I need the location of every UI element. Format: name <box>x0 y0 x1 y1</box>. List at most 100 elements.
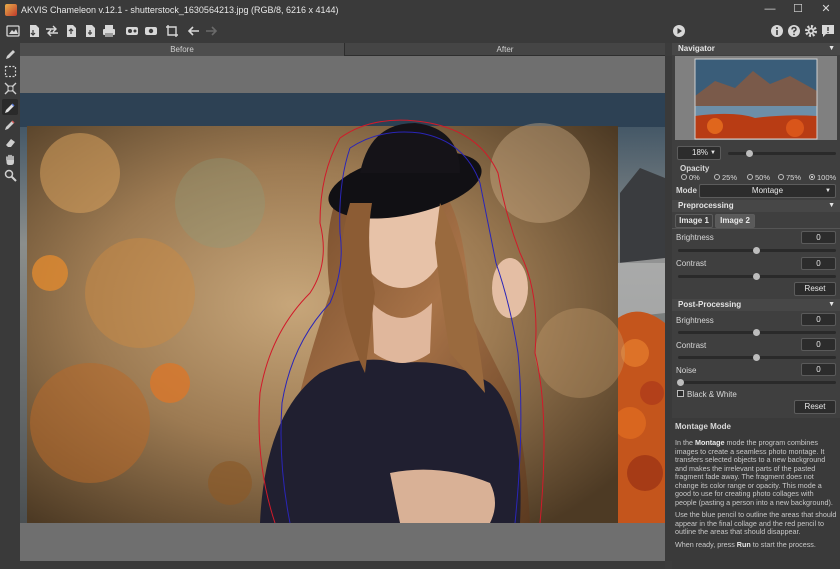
chevron-down-icon: ▼ <box>825 188 831 194</box>
post-contrast-knob[interactable] <box>753 354 760 361</box>
pre-contrast-knob[interactable] <box>753 273 760 280</box>
horizontal-scrollbar[interactable] <box>20 561 665 569</box>
post-contrast-input[interactable]: 0 <box>801 338 836 351</box>
keep-pencil-icon[interactable] <box>2 99 18 115</box>
print-icon[interactable] <box>101 23 117 39</box>
tab-image-1[interactable]: Image 1 <box>675 214 713 228</box>
view-tabs: Before After <box>20 43 665 56</box>
settings-panel: Navigator ▼ 18% ▼ Opacity 0% 25% 50% 75%… <box>672 43 840 569</box>
noise-slider[interactable] <box>677 379 836 386</box>
minimize-button[interactable]: — <box>756 0 784 19</box>
noise-label: Noise <box>676 366 697 375</box>
opacity-option-label: 100% <box>817 173 837 182</box>
navigator-thumbnail <box>675 56 837 140</box>
open-background-icon[interactable] <box>26 23 42 39</box>
close-button[interactable]: ✕ <box>812 0 840 19</box>
postprocessing-header[interactable]: Post-Processing ▼ <box>672 299 840 311</box>
eraser-icon[interactable] <box>2 134 18 150</box>
toolbar <box>0 19 840 43</box>
composite-image <box>20 93 665 523</box>
selection-icon[interactable] <box>2 63 18 79</box>
save-icon[interactable] <box>63 23 79 39</box>
erase-pencil-icon[interactable] <box>2 116 18 132</box>
title-bar: AKVIS Chameleon v.12.1 - shutterstock_16… <box>0 0 840 19</box>
tab-image-2[interactable]: Image 2 <box>715 214 755 228</box>
navigator-header[interactable]: Navigator ▼ <box>672 43 840 55</box>
preprocessing-header[interactable]: Preprocessing ▼ <box>672 200 840 212</box>
opacity-label: Opacity <box>680 164 710 173</box>
black-white-label: Black & White <box>687 390 737 399</box>
zoom-value: 18% <box>692 148 709 157</box>
zoom-dropdown[interactable]: 18% ▼ <box>677 146 721 160</box>
export-icon[interactable] <box>82 23 98 39</box>
collapse-icon[interactable]: ▼ <box>828 200 835 212</box>
tools-panel <box>0 43 20 569</box>
noise-knob[interactable] <box>677 379 684 386</box>
postprocessing-title: Post-Processing <box>678 300 742 309</box>
run-icon[interactable] <box>671 23 687 39</box>
navigator-title: Navigator <box>678 44 715 53</box>
info-icon[interactable] <box>769 23 785 39</box>
pre-reset-button[interactable]: Reset <box>794 282 836 296</box>
tab-after[interactable]: After <box>345 43 665 56</box>
opacity-option-label: 0% <box>689 173 700 182</box>
help-paragraph-3: When ready, press Run to start the proce… <box>675 540 816 549</box>
opacity-option-label: 50% <box>755 173 771 182</box>
post-brightness-slider[interactable] <box>678 329 836 336</box>
post-brightness-input[interactable]: 0 <box>801 313 836 326</box>
zoom-icon[interactable] <box>2 167 18 183</box>
opacity-radio-75[interactable] <box>778 174 784 180</box>
vertical-scrollbar[interactable] <box>665 56 672 561</box>
opacity-option-label: 25% <box>722 173 738 182</box>
opacity-radio-25[interactable] <box>714 174 720 180</box>
pre-brightness-label: Brightness <box>676 233 714 242</box>
mode-value: Montage <box>751 186 784 195</box>
batch-icon[interactable] <box>124 23 140 39</box>
hand-icon[interactable] <box>2 151 18 167</box>
pre-brightness-slider[interactable] <box>678 247 836 254</box>
help-paragraph-2: Use the blue pencil to outline the areas… <box>675 510 837 536</box>
mode-dropdown[interactable]: Montage ▼ <box>699 184 836 198</box>
pencil-icon[interactable] <box>2 46 18 62</box>
redo-icon[interactable] <box>203 23 219 39</box>
post-reset-button[interactable]: Reset <box>794 400 836 414</box>
post-contrast-label: Contrast <box>676 341 707 350</box>
open-image-icon[interactable] <box>5 23 21 39</box>
collapse-icon[interactable]: ▼ <box>828 43 835 55</box>
preprocessing-title: Preprocessing <box>678 201 734 210</box>
crop-icon[interactable] <box>164 23 180 39</box>
pre-contrast-input[interactable]: 0 <box>801 257 836 270</box>
help-panel: Montage Mode In the Montage mode the pro… <box>672 418 840 569</box>
undo-icon[interactable] <box>186 23 202 39</box>
zoom-slider[interactable] <box>728 150 836 157</box>
pre-brightness-input[interactable]: 0 <box>801 231 836 244</box>
zoom-slider-knob[interactable] <box>746 150 753 157</box>
help-paragraph-1: In the Montage mode the program combines… <box>675 438 833 507</box>
image-canvas[interactable] <box>20 93 665 523</box>
pre-brightness-knob[interactable] <box>753 247 760 254</box>
post-contrast-slider[interactable] <box>678 354 836 361</box>
notifications-icon[interactable] <box>820 23 836 39</box>
opacity-radio-50[interactable] <box>747 174 753 180</box>
chevron-down-icon: ▼ <box>710 150 716 156</box>
settings-icon[interactable] <box>803 23 819 39</box>
pre-contrast-label: Contrast <box>676 259 707 268</box>
post-brightness-knob[interactable] <box>753 329 760 336</box>
divider <box>672 228 840 229</box>
noise-input[interactable]: 0 <box>801 363 836 376</box>
pre-contrast-slider[interactable] <box>678 273 836 280</box>
transform-icon[interactable] <box>2 80 18 96</box>
collapse-icon[interactable]: ▼ <box>828 299 835 311</box>
swap-icon[interactable] <box>44 23 60 39</box>
navigator-preview[interactable] <box>675 56 837 140</box>
opacity-radio-0[interactable] <box>681 174 687 180</box>
opacity-option-label: 75% <box>786 173 802 182</box>
maximize-button[interactable]: ☐ <box>784 0 812 19</box>
tab-before[interactable]: Before <box>20 43 345 56</box>
window-title: AKVIS Chameleon v.12.1 - shutterstock_16… <box>21 4 339 15</box>
help-icon[interactable] <box>786 23 802 39</box>
black-white-checkbox[interactable] <box>677 390 684 397</box>
opacity-radio-100[interactable] <box>809 174 815 180</box>
share-icon[interactable] <box>143 23 159 39</box>
mode-label: Mode <box>676 186 697 195</box>
